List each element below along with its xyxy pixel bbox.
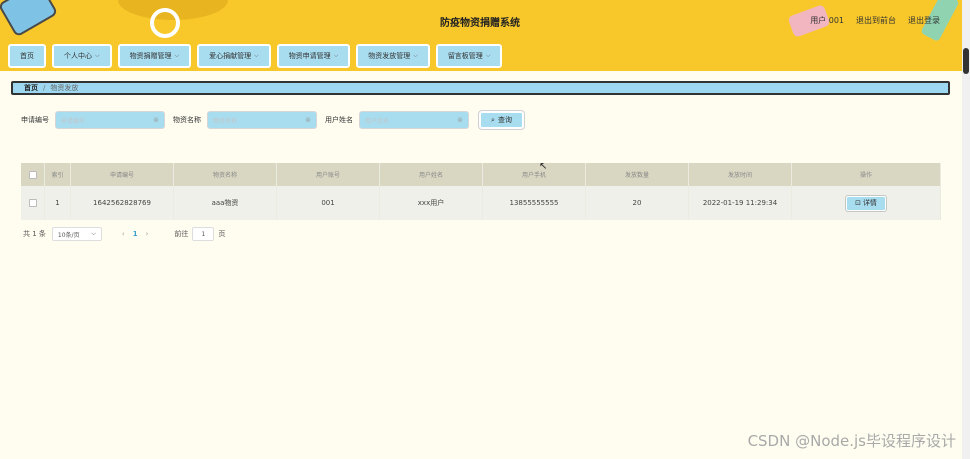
nav-label: 爱心捐献管理 xyxy=(209,52,252,60)
nav-donation-mgmt[interactable]: 物资捐赠管理 ⌵ xyxy=(117,44,192,68)
chevron-down-icon: ⌵ xyxy=(413,52,418,59)
nav-label: 物资捐赠管理 xyxy=(129,52,172,60)
page-size-value: 10条/页 xyxy=(57,231,80,239)
detail-icon: ⊡ xyxy=(855,199,861,207)
current-page[interactable]: 1 xyxy=(133,230,138,238)
column-header: 发放数量 xyxy=(586,163,689,186)
breadcrumb-separator: / xyxy=(43,84,46,92)
app-header: 防疫物资捐赠系统 用户 001 退出到前台 退出登录 xyxy=(0,0,962,41)
table-cell: 2022-01-19 11:29:34 xyxy=(689,186,792,220)
nav-label: 物资申请管理 xyxy=(288,52,331,60)
input-placeholder: 申请编号 xyxy=(61,117,86,125)
column-header: 用户姓名 xyxy=(380,163,483,186)
goto-page-input[interactable]: 1 xyxy=(192,227,215,241)
table-cell: 1642562828769 xyxy=(71,186,174,220)
column-header: 发放时间 xyxy=(689,163,792,186)
chevron-down-icon: ⌵ xyxy=(333,52,339,59)
chevron-down-icon: ⌵ xyxy=(254,52,259,59)
clear-icon[interactable]: ⊗ xyxy=(153,116,159,124)
search-icon: ⌕ xyxy=(491,115,495,124)
nav-label: 留言板管理 xyxy=(447,52,483,60)
application-no-input[interactable]: 申请编号 ⊗ xyxy=(55,111,165,129)
main-nav: 首页 个人中心 ⌵ 物资捐赠管理 ⌵ 爱心捐献管理 ⌵ 物资申请管理 ⌵ 物资发放管理 ⌵… xyxy=(0,41,962,71)
search-button[interactable]: ⌕ 查询 xyxy=(479,111,524,129)
material-name-label: 物资名称 xyxy=(173,116,201,124)
breadcrumb: 首页 / 物资发放 xyxy=(11,81,950,95)
goto-page-value: 1 xyxy=(201,230,206,238)
user-label: 用户 001 xyxy=(810,16,844,25)
total-count: 共 1 条 xyxy=(23,230,46,238)
row-checkbox[interactable] xyxy=(28,199,37,207)
back-to-front-link[interactable]: 退出到前台 xyxy=(856,15,896,26)
select-all-checkbox[interactable] xyxy=(28,170,37,179)
table-cell: aaa物资 xyxy=(174,186,277,220)
application-no-label: 申请编号 xyxy=(21,116,49,124)
chevron-down-icon: ⌵ xyxy=(485,52,491,59)
input-placeholder: 用户姓名 xyxy=(365,117,390,125)
page-suffix: 页 xyxy=(218,230,226,238)
table-cell: 20 xyxy=(586,186,689,220)
watermark: CSDN @Node.js毕设程序设计 xyxy=(747,432,956,450)
search-button-label: 查询 xyxy=(497,116,512,124)
chevron-down-icon: ⌵ xyxy=(174,52,180,59)
breadcrumb-home[interactable]: 首页 xyxy=(24,83,38,93)
nav-application-mgmt[interactable]: 物资申请管理 ⌵ xyxy=(276,44,351,68)
detail-button[interactable]: ⊡ 详情 xyxy=(846,195,886,211)
input-placeholder: 物资名称 xyxy=(213,117,238,125)
table-cell: 1 xyxy=(45,186,71,220)
earphone-decoration xyxy=(150,8,180,38)
mouse-cursor-icon: ↖ xyxy=(539,161,548,172)
nav-message-board-mgmt[interactable]: 留言板管理 ⌵ xyxy=(435,44,503,68)
nav-charity-mgmt[interactable]: 爱心捐献管理 ⌵ xyxy=(197,44,271,68)
prev-page-icon[interactable]: ‹ xyxy=(122,230,125,238)
phone-decoration xyxy=(0,0,59,38)
table-cell: 001 xyxy=(277,186,380,220)
material-name-input[interactable]: 物资名称 ⊗ xyxy=(207,111,317,129)
detail-button-label: 详情 xyxy=(862,199,877,207)
user-name-label: 用户姓名 xyxy=(325,116,353,124)
nav-home[interactable]: 首页 xyxy=(8,44,46,68)
column-header: 索引 xyxy=(45,163,71,186)
column-header: 用户账号 xyxy=(277,163,380,186)
action-cell: ⊡ 详情 xyxy=(792,186,941,220)
scrollbar-thumb[interactable] xyxy=(963,48,969,74)
breadcrumb-current: 物资发放 xyxy=(50,84,79,92)
clear-icon[interactable]: ⊗ xyxy=(457,116,463,124)
logout-link[interactable]: 退出登录 xyxy=(908,15,940,26)
column-header: 申请编号 xyxy=(71,163,174,186)
table-header: 索引 申请编号 物资名称 用户账号 用户姓名 用户手机 发放数量 发放时间 操作 xyxy=(21,163,941,186)
distribution-table: 索引 申请编号 物资名称 用户账号 用户姓名 用户手机 发放数量 发放时间 操作… xyxy=(21,163,941,220)
nav-label: 首页 xyxy=(20,52,34,60)
row-select-cell xyxy=(21,186,45,220)
app-title: 防疫物资捐赠系统 xyxy=(440,18,520,29)
nav-distribution-mgmt[interactable]: 物资发放管理 ⌵ xyxy=(356,44,430,68)
page-size-select[interactable]: 10条/页 ⌵ xyxy=(51,227,102,241)
clear-icon[interactable]: ⊗ xyxy=(305,116,311,124)
search-bar: 申请编号 申请编号 ⊗ 物资名称 物资名称 ⊗ 用户姓名 用户姓名 ⊗ ⌕ 查询 xyxy=(21,111,524,129)
column-header: 操作 xyxy=(792,163,941,186)
nav-label: 物资发放管理 xyxy=(368,52,411,60)
table-row: 1 1642562828769 aaa物资 001 xxx用户 13855555… xyxy=(21,186,941,220)
nav-personal-center[interactable]: 个人中心 ⌵ xyxy=(52,44,112,68)
chevron-down-icon: ⌵ xyxy=(91,230,96,237)
goto-label: 前往 xyxy=(174,230,189,238)
chevron-down-icon: ⌵ xyxy=(95,52,100,59)
user-area: 用户 001 退出到前台 退出登录 xyxy=(810,15,940,26)
user-name-input[interactable]: 用户姓名 ⊗ xyxy=(359,111,469,129)
table-cell: xxx用户 xyxy=(380,186,483,220)
nav-label: 个人中心 xyxy=(64,52,92,60)
scrollbar[interactable] xyxy=(962,0,970,459)
select-all-cell xyxy=(21,163,45,186)
column-header: 物资名称 xyxy=(174,163,277,186)
next-page-icon[interactable]: › xyxy=(146,230,149,238)
pagination: 共 1 条 10条/页 ⌵ ‹ 1 › 前往 1 页 xyxy=(23,227,225,241)
table-cell: 13855555555 xyxy=(483,186,586,220)
column-header: 用户手机 xyxy=(483,163,586,186)
